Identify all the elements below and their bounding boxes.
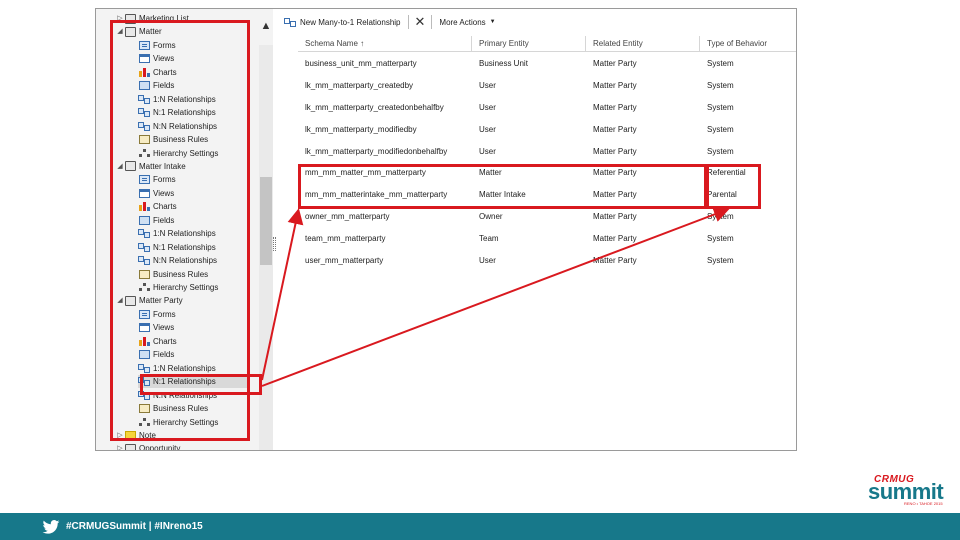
cell-primary-entity: User xyxy=(479,102,496,112)
cell-schema-name[interactable]: lk_mm_matterparty_modifiedby xyxy=(298,125,472,134)
cell-schema-name[interactable]: lk_mm_matterparty_modifiedonbehalfby xyxy=(298,147,472,156)
cell-related-entity: Matter Party xyxy=(593,146,637,156)
table-row[interactable]: business_unit_mm_matterparty Business Uni… xyxy=(298,53,796,75)
behavior-highlight-box xyxy=(706,164,761,209)
cell-schema-name[interactable]: owner_mm_matterparty xyxy=(298,212,472,221)
new-relationship-button[interactable]: New Many-to-1 Relationship xyxy=(280,14,405,30)
cell-primary-entity: User xyxy=(479,255,496,265)
expand-toggle-icon[interactable]: ▷ xyxy=(116,442,124,450)
tree-item-label: Opportunity xyxy=(139,444,181,450)
cell-related-entity: Matter Party xyxy=(593,124,637,134)
delete-icon[interactable]: ✕ xyxy=(412,14,429,30)
scrollbar-thumb[interactable] xyxy=(260,177,272,265)
relationships-grid: New Many-to-1 Relationship ✕ More Action… xyxy=(280,9,796,450)
grid-header: Schema Name ↑ Primary Entity Related Ent… xyxy=(298,36,796,52)
slide: ▷ Marketing List ◢ Matter Forms Views Charts Fi… xyxy=(0,0,960,540)
cell-related-entity: Matter Party xyxy=(593,211,637,221)
cell-type-of-behavior: System xyxy=(707,59,734,69)
toolbar-divider xyxy=(407,15,409,29)
twitter-bird-icon xyxy=(42,519,60,534)
cell-schema-name[interactable]: lk_mm_matterparty_createdonbehalfby xyxy=(298,103,472,112)
crmug-summit-logo: CRMUG summit RENO • TAHOE 2015 xyxy=(866,474,946,508)
cell-primary-entity: Business Unit xyxy=(479,59,528,69)
cell-type-of-behavior: System xyxy=(707,233,734,243)
cell-type-of-behavior: System xyxy=(707,255,734,265)
scroll-up-icon[interactable]: ▲ xyxy=(259,19,273,33)
chevron-down-icon: ▼ xyxy=(489,19,496,25)
cell-primary-entity: User xyxy=(479,81,496,91)
cell-type-of-behavior: System xyxy=(707,146,734,156)
relationship-icon xyxy=(284,17,296,27)
table-row[interactable]: team_mm_matterparty Team Matter Party Syste… xyxy=(298,227,796,249)
cell-schema-name[interactable]: lk_mm_matterparty_createdby xyxy=(298,81,472,90)
cell-schema-name[interactable]: user_mm_matterparty xyxy=(298,256,472,265)
entity-icon xyxy=(124,443,136,450)
table-row[interactable]: lk_mm_matterparty_createdby User Matter Pa… xyxy=(298,75,796,97)
cell-type-of-behavior: System xyxy=(707,124,734,134)
cell-type-of-behavior: System xyxy=(707,81,734,91)
more-actions-button[interactable]: More Actions ▼ xyxy=(435,14,499,30)
cell-primary-entity: Owner xyxy=(479,211,503,221)
table-row[interactable]: lk_mm_matterparty_createdonbehalfby User M… xyxy=(298,97,796,119)
cell-related-entity: Matter Party xyxy=(593,255,637,265)
grid-toolbar: New Many-to-1 Relationship ✕ More Action… xyxy=(280,9,796,35)
panel-splitter[interactable] xyxy=(273,237,276,251)
cell-primary-entity: Team xyxy=(479,233,499,243)
table-row[interactable]: lk_mm_matterparty_modifiedby User Matter P… xyxy=(298,118,796,140)
cell-schema-name[interactable]: business_unit_mm_matterparty xyxy=(298,59,472,68)
cell-type-of-behavior: System xyxy=(707,211,734,221)
tree-item[interactable]: ▷ Opportunity xyxy=(116,442,256,450)
cell-schema-name[interactable]: team_mm_matterparty xyxy=(298,234,472,243)
cell-primary-entity: User xyxy=(479,124,496,134)
column-header-schema-name[interactable]: Schema Name ↑ xyxy=(298,36,472,52)
custom-relationships-highlight-box xyxy=(298,164,707,209)
footer-hashtags: #CRMUGSummit | #INreno15 xyxy=(66,521,203,532)
cell-related-entity: Matter Party xyxy=(593,233,637,243)
grid-rows: business_unit_mm_matterparty Business Uni… xyxy=(298,53,796,271)
cell-primary-entity: User xyxy=(479,146,496,156)
cell-related-entity: Matter Party xyxy=(593,59,637,69)
toolbar-divider xyxy=(431,15,433,29)
cell-related-entity: Matter Party xyxy=(593,81,637,91)
cell-related-entity: Matter Party xyxy=(593,102,637,112)
more-actions-label: More Actions xyxy=(439,17,486,27)
column-header-primary-entity[interactable]: Primary Entity xyxy=(472,36,586,52)
n1-relationships-highlight-box xyxy=(140,374,262,395)
column-header-type-of-behavior[interactable]: Type of Behavior xyxy=(700,36,796,52)
cell-type-of-behavior: System xyxy=(707,102,734,112)
table-row[interactable]: lk_mm_matterparty_modifiedonbehalfby User… xyxy=(298,140,796,162)
table-row[interactable]: user_mm_matterparty User Matter Party Syste… xyxy=(298,249,796,271)
logo-location-text: RENO • TAHOE 2015 xyxy=(904,501,943,506)
new-relationship-label: New Many-to-1 Relationship xyxy=(300,17,401,27)
footer-bar: #CRMUGSummit | #INreno15 xyxy=(0,513,960,540)
column-header-related-entity[interactable]: Related Entity xyxy=(586,36,700,52)
